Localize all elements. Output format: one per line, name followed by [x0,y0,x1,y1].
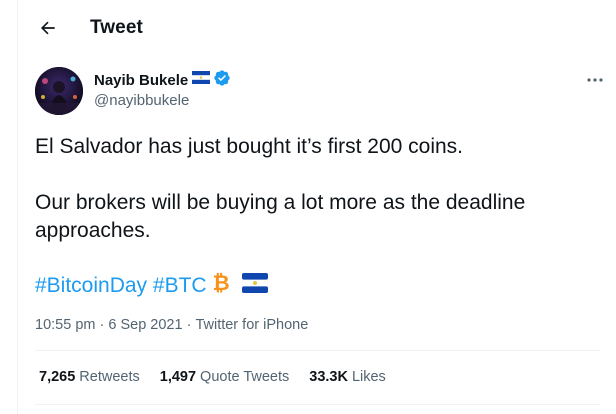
el-salvador-flag-icon [241,272,268,299]
quote-tweets-count: 1,497 [159,369,197,385]
likes-count: 33.3K [309,369,348,385]
meta-separator: · [95,317,109,333]
quote-tweets-stat[interactable]: 1,497 Quote Tweets [160,369,290,385]
tweet-metadata: 10:55 pm · 6 Sep 2021 · Twitter for iPho… [35,317,308,333]
avatar[interactable] [35,67,83,115]
more-options-button[interactable] [585,73,605,87]
meta-separator: · [182,317,196,333]
engagement-stats: 7,265 Retweets 1,497 Quote Tweets 33.3K … [39,369,406,385]
divider [35,404,600,405]
tweet-time[interactable]: 10:55 pm [35,317,95,333]
page-title: Tweet [90,17,143,38]
el-salvador-flag-icon [192,71,211,89]
verified-badge-icon [213,69,231,92]
author-name-row: Nayib Bukele [94,69,231,92]
author-name[interactable]: Nayib Bukele [94,72,188,89]
author-handle[interactable]: @nayibbukele [94,92,189,109]
back-button[interactable] [36,16,60,40]
likes-label: Likes [351,369,386,385]
tweet-source[interactable]: Twitter for iPhone [195,317,308,333]
page-header: Tweet [18,0,616,55]
tweet-detail-panel: Tweet Nayib Bukele @nayibbukele El Salva… [17,0,616,414]
svg-text:₿: ₿ [212,272,229,294]
more-horizontal-icon [587,78,603,82]
hashtag-row: #BitcoinDay #BTC ₿ [35,271,268,300]
tweet-text: El Salvador has just bought it’s first 2… [35,133,595,245]
tweet-paragraph: Our brokers will be buying a lot more as… [35,191,526,242]
avatar-image [35,67,83,115]
likes-stat[interactable]: 33.3K Likes [309,369,386,385]
tweet-paragraph: El Salvador has just bought it’s first 2… [35,135,464,158]
arrow-left-icon [41,21,55,35]
retweets-stat[interactable]: 7,265 Retweets [39,369,140,385]
tweet-date[interactable]: 6 Sep 2021 [108,317,182,333]
bitcoin-icon: ₿ [210,271,232,300]
hashtag-link[interactable]: #BTC [153,274,207,298]
retweets-count: 7,265 [39,369,76,385]
retweets-label: Retweets [79,369,140,385]
divider [35,350,600,351]
quote-tweets-label: Quote Tweets [200,369,290,385]
hashtag-link[interactable]: #BitcoinDay [35,274,147,298]
